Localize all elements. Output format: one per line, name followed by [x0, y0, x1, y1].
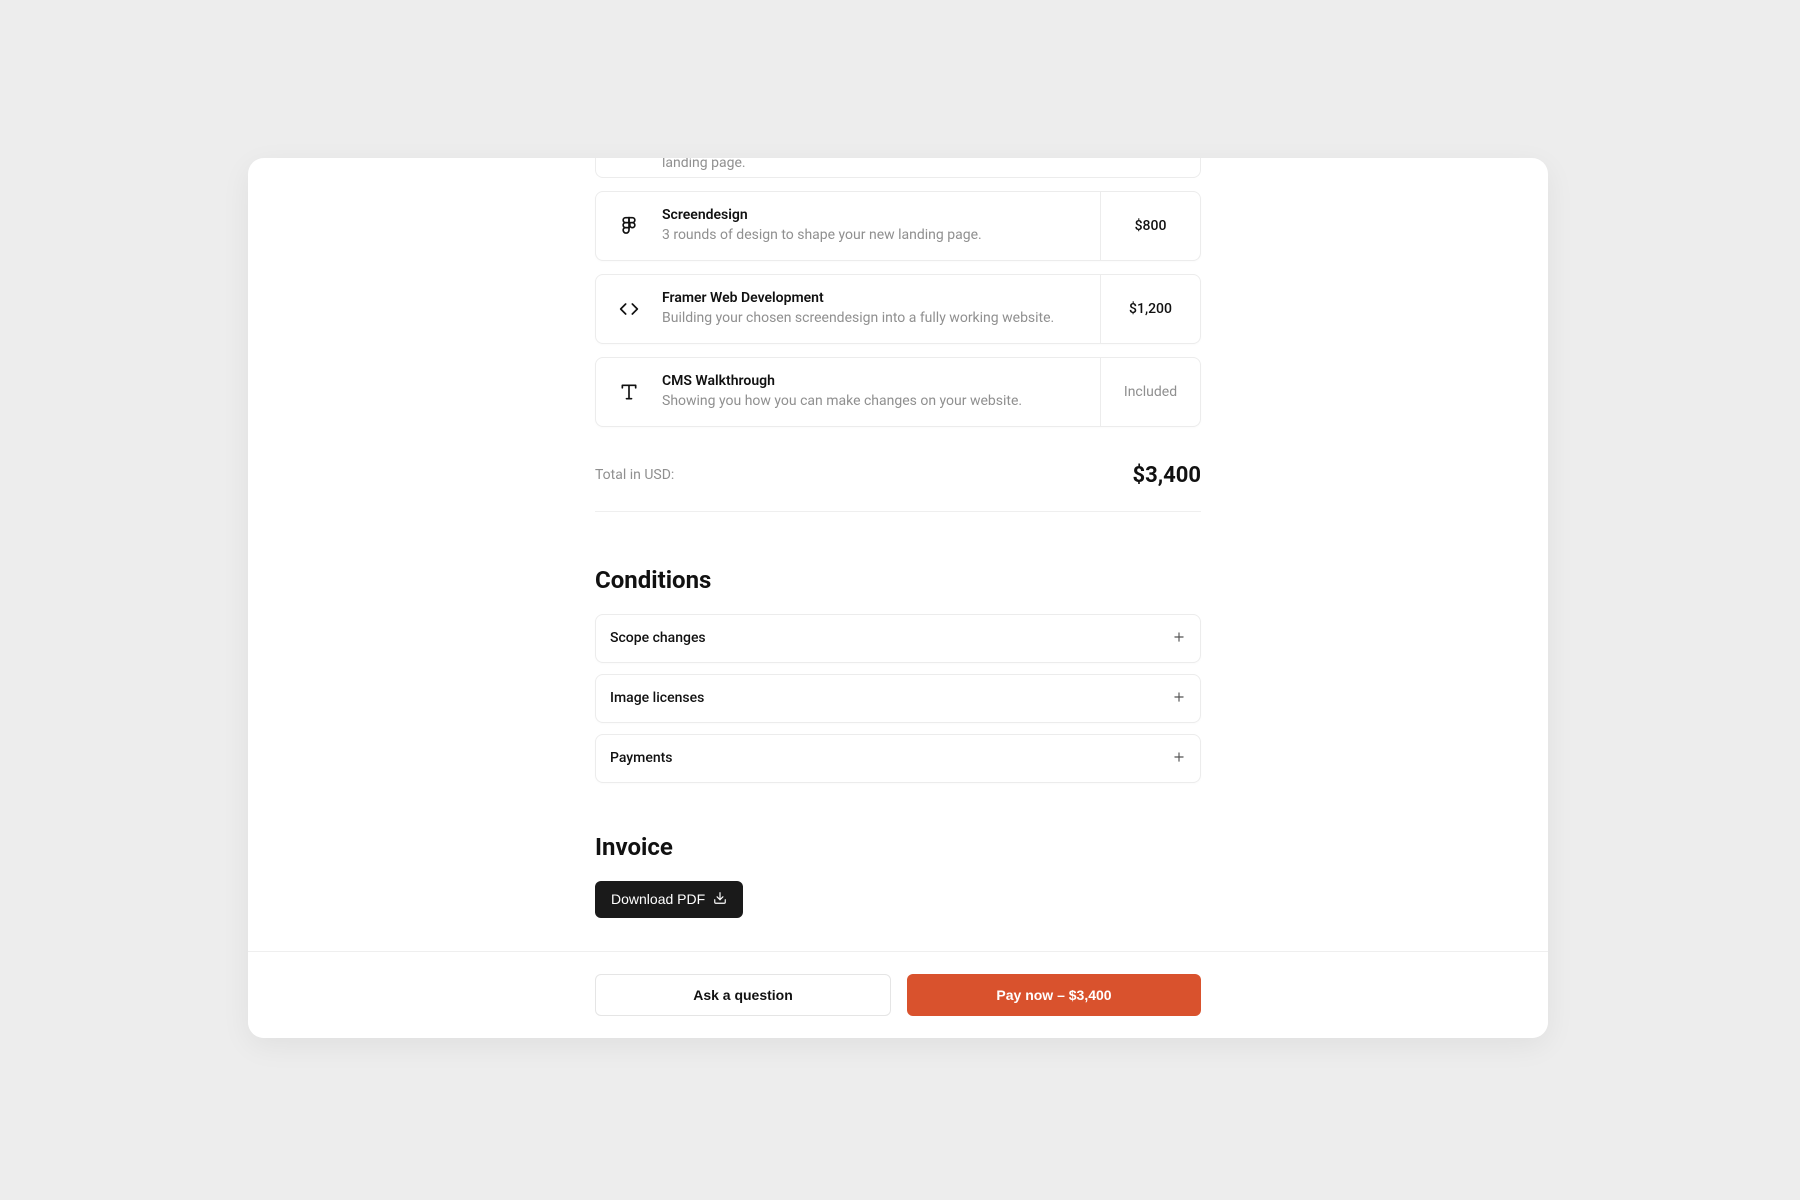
line-item-title: Framer Web Development: [662, 290, 1100, 306]
line-item-screendesign: Screendesign 3 rounds of design to shape…: [595, 191, 1201, 261]
total-label: Total in USD:: [595, 467, 674, 483]
accordion-scope-changes[interactable]: Scope changes: [595, 614, 1201, 663]
conditions-heading: Conditions: [595, 566, 1201, 594]
footer-bar: Ask a question Pay now – $3,400: [248, 951, 1548, 1038]
download-icon: [713, 891, 727, 908]
accordion-label: Payments: [610, 750, 673, 766]
download-pdf-button[interactable]: Download PDF: [595, 881, 743, 918]
line-item-desc-tail: landing page.: [662, 158, 746, 171]
line-item-title: CMS Walkthrough: [662, 373, 1100, 389]
accordion-payments[interactable]: Payments: [595, 734, 1201, 783]
accordion-label: Image licenses: [610, 690, 704, 706]
total-row: Total in USD: $3,400: [595, 440, 1201, 512]
code-icon: [596, 275, 662, 343]
pay-now-button[interactable]: Pay now – $3,400: [907, 974, 1201, 1016]
line-item-title: Screendesign: [662, 207, 1100, 223]
main-content: landing page.: [595, 158, 1201, 918]
line-item-framer: Framer Web Development Building your cho…: [595, 274, 1201, 344]
type-icon: [596, 358, 662, 426]
ask-question-button[interactable]: Ask a question: [595, 974, 891, 1016]
line-item-desc: Building your chosen screendesign into a…: [662, 309, 1100, 328]
line-item-partial: landing page.: [595, 158, 1201, 178]
figma-icon: [596, 192, 662, 260]
plus-icon: [1172, 689, 1186, 708]
download-pdf-label: Download PDF: [611, 891, 705, 907]
accordion-image-licenses[interactable]: Image licenses: [595, 674, 1201, 723]
line-item-desc: Showing you how you can make changes on …: [662, 392, 1100, 411]
line-item-cms: CMS Walkthrough Showing you how you can …: [595, 357, 1201, 427]
proposal-panel: landing page.: [248, 158, 1548, 1038]
invoice-heading: Invoice: [595, 833, 1201, 861]
plus-icon: [1172, 749, 1186, 768]
line-item-price: $800: [1100, 192, 1200, 260]
line-item-price: $1,200: [1100, 275, 1200, 343]
line-item-desc: 3 rounds of design to shape your new lan…: [662, 226, 1100, 245]
total-amount: $3,400: [1132, 463, 1201, 488]
line-item-price: Included: [1100, 358, 1200, 426]
accordion-label: Scope changes: [610, 630, 706, 646]
plus-icon: [1172, 629, 1186, 648]
